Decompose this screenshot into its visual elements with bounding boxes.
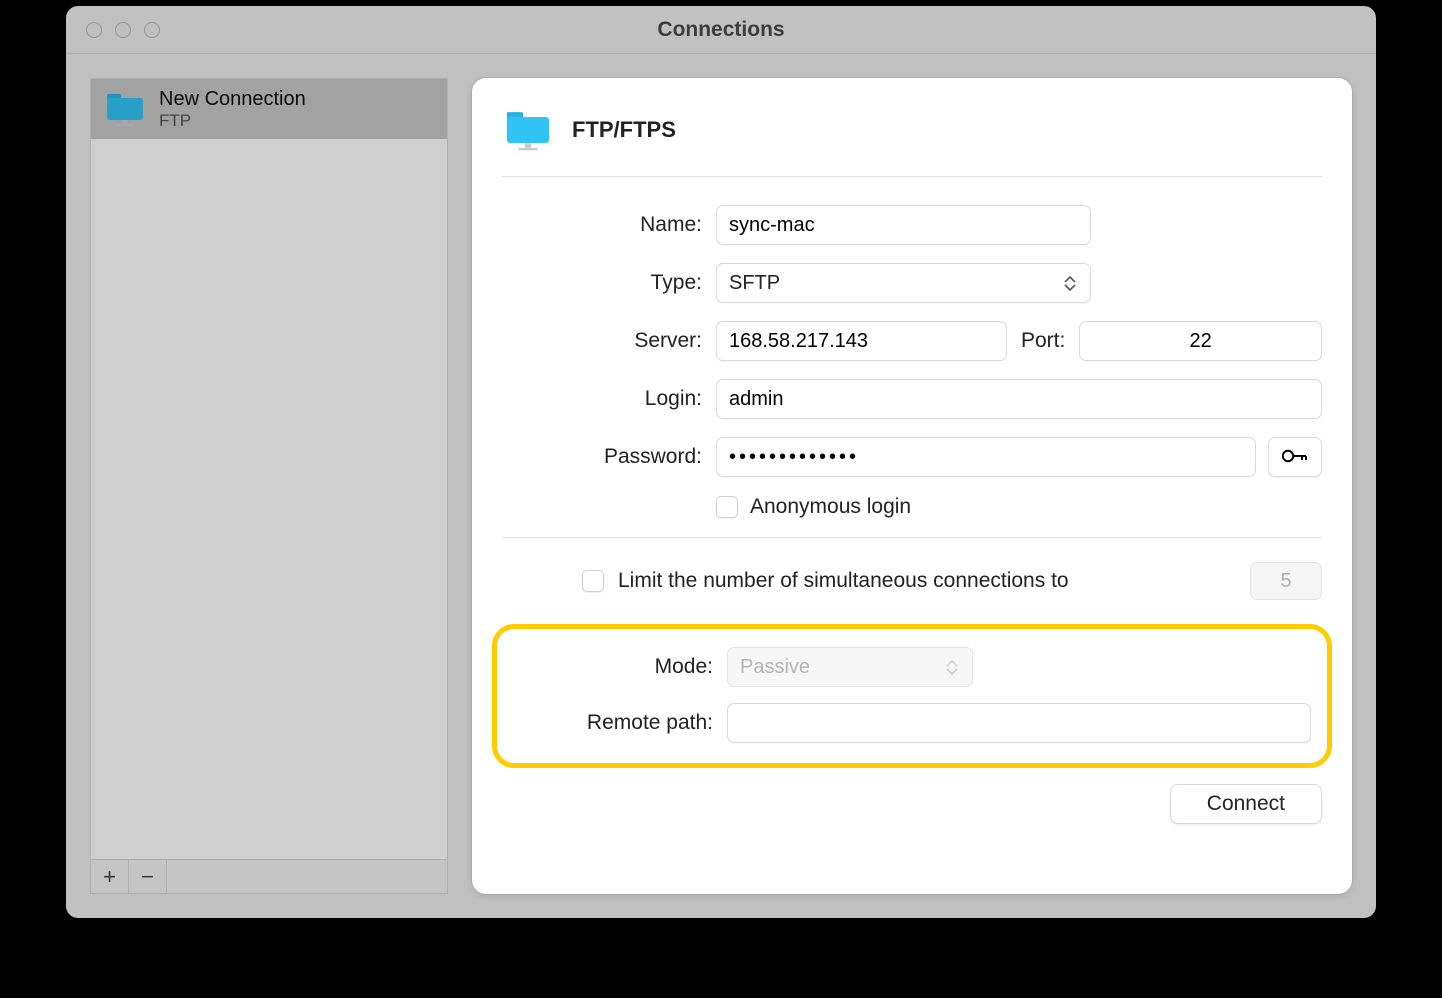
anonymous-login-checkbox[interactable] <box>716 496 738 518</box>
remote-path-input[interactable] <box>727 703 1311 743</box>
mode-select-value: Passive <box>740 656 946 679</box>
popup-arrows-icon <box>1064 276 1078 291</box>
panel-title: FTP/FTPS <box>572 117 676 143</box>
limit-connections-label: Limit the number of simultaneous connect… <box>618 569 1069 593</box>
add-connection-button[interactable]: + <box>91 860 129 893</box>
sidebar-toolbar: + − <box>90 860 448 894</box>
sidebar-item-name: New Connection <box>159 87 306 111</box>
remote-path-label: Remote path: <box>513 711 713 735</box>
limit-connections-input <box>1250 562 1322 600</box>
limit-connections-checkbox[interactable] <box>582 570 604 592</box>
network-folder-icon <box>502 104 554 156</box>
zoom-window-button[interactable] <box>144 22 160 38</box>
remove-connection-button[interactable]: − <box>129 860 167 893</box>
type-label: Type: <box>502 271 702 295</box>
panel-header: FTP/FTPS <box>502 98 1322 177</box>
titlebar: Connections <box>66 6 1376 54</box>
sidebar-column: New Connection FTP + − <box>90 78 448 894</box>
network-folder-icon <box>103 87 147 131</box>
password-label: Password: <box>502 445 702 469</box>
popup-arrows-icon <box>946 660 960 675</box>
anonymous-login-label: Anonymous login <box>750 495 911 519</box>
window-title: Connections <box>66 18 1376 42</box>
divider <box>502 537 1322 538</box>
highlighted-section: Mode: Passive Remote path: <box>492 624 1332 768</box>
port-label: Port: <box>1021 329 1065 353</box>
close-window-button[interactable] <box>86 22 102 38</box>
name-label: Name: <box>502 213 702 237</box>
content-area: New Connection FTP + − <box>66 54 1376 918</box>
password-key-button[interactable] <box>1268 437 1322 477</box>
key-icon <box>1282 448 1308 467</box>
connections-sidebar[interactable]: New Connection FTP <box>90 78 448 860</box>
sidebar-item-subtitle: FTP <box>159 111 306 131</box>
connections-window: Connections New Connection F <box>66 6 1376 918</box>
window-controls <box>86 22 160 38</box>
sidebar-item-new-connection[interactable]: New Connection FTP <box>91 79 447 139</box>
password-input[interactable] <box>716 437 1256 477</box>
connection-form: Name: Type: SFTP Server: <box>502 177 1322 824</box>
name-input[interactable] <box>716 205 1091 245</box>
login-input[interactable] <box>716 379 1322 419</box>
connection-panel: FTP/FTPS Name: Type: SFTP <box>472 78 1352 894</box>
server-label: Server: <box>502 329 702 353</box>
mode-label: Mode: <box>513 655 713 679</box>
type-select-value: SFTP <box>729 272 1064 295</box>
port-input[interactable] <box>1079 321 1322 361</box>
type-select[interactable]: SFTP <box>716 263 1091 303</box>
connect-button[interactable]: Connect <box>1170 784 1322 824</box>
server-input[interactable] <box>716 321 1007 361</box>
login-label: Login: <box>502 387 702 411</box>
minimize-window-button[interactable] <box>115 22 131 38</box>
mode-select: Passive <box>727 647 973 687</box>
